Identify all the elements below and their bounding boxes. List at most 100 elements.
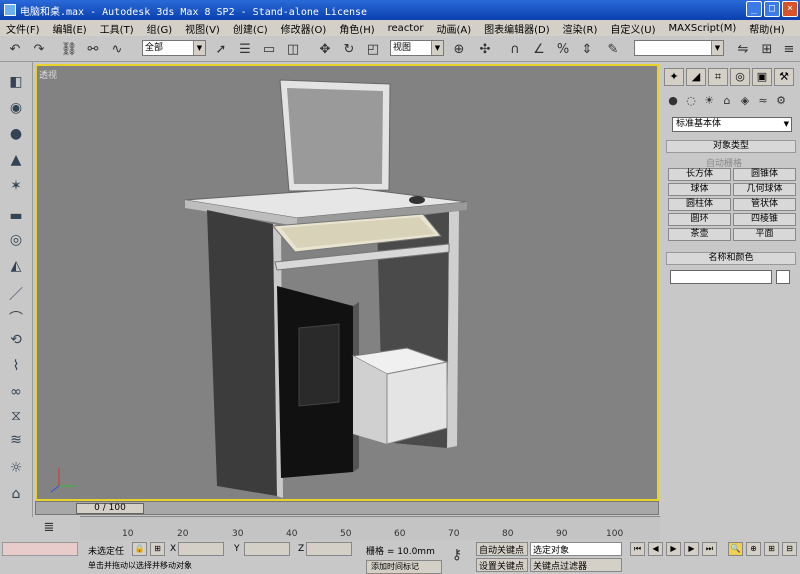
select-manipulate-icon[interactable]: ✣ xyxy=(476,40,494,58)
menu-customize[interactable]: 自定义(U) xyxy=(610,21,655,36)
menu-group[interactable]: 组(G) xyxy=(147,21,173,36)
helpers-icon[interactable]: ◈ xyxy=(738,94,752,108)
object-type-rollout[interactable]: 对象类型 xyxy=(666,140,796,153)
play-icon[interactable]: ▶ xyxy=(666,542,681,556)
box-tool-icon[interactable]: ◧ xyxy=(5,74,27,94)
menu-animation[interactable]: 动画(A) xyxy=(436,21,471,36)
key-mode-dropdown[interactable]: 选定对象 xyxy=(530,542,622,556)
percent-snap-icon[interactable]: % xyxy=(554,40,572,58)
torus-button[interactable]: 圆环 xyxy=(668,213,731,226)
select-object-icon[interactable]: ➚ xyxy=(212,40,230,58)
move-icon[interactable]: ✥ xyxy=(316,40,334,58)
display-tab-icon[interactable]: ▣ xyxy=(752,68,772,86)
bend-tool-icon[interactable]: ⌇ xyxy=(5,358,27,378)
mirror-icon[interactable]: ⇋ xyxy=(734,40,752,58)
menu-help[interactable]: 帮助(H) xyxy=(749,21,784,36)
menu-character[interactable]: 角色(H) xyxy=(339,21,374,36)
camera-tool-icon[interactable]: ⌂ xyxy=(5,486,27,506)
angle-snap-icon[interactable]: ∠ xyxy=(530,40,548,58)
systems-icon[interactable]: ⚙ xyxy=(774,94,788,108)
hierarchy-tab-icon[interactable]: ⌗ xyxy=(708,68,728,86)
zoom-all-icon[interactable]: ⊕ xyxy=(746,542,761,556)
modify-tab-icon[interactable]: ◢ xyxy=(686,68,706,86)
menu-rendering[interactable]: 渲染(R) xyxy=(563,21,598,36)
create-tab-icon[interactable]: ✦ xyxy=(664,68,684,86)
undo-icon[interactable]: ↶ xyxy=(6,40,24,58)
lock-selection-icon[interactable]: 🔒 xyxy=(132,542,147,556)
teapot-button[interactable]: 茶壶 xyxy=(668,228,731,241)
cylinder-tool-icon[interactable]: ◉ xyxy=(5,100,27,120)
scale-icon[interactable]: ◰ xyxy=(364,40,382,58)
light-tool-icon[interactable]: ☼ xyxy=(5,460,27,480)
pyramid-button[interactable]: 四棱锥 xyxy=(733,213,796,226)
object-name-field[interactable] xyxy=(670,270,772,284)
tube-tool-icon[interactable]: ◎ xyxy=(5,232,27,252)
pivot-center-icon[interactable]: ⊕ xyxy=(450,40,468,58)
track-bar[interactable]: 10 20 30 40 50 60 70 80 90 100 xyxy=(80,516,660,540)
geosphere-button[interactable]: 几何球体 xyxy=(733,183,796,196)
lights-icon[interactable]: ☀ xyxy=(702,94,716,108)
maxscript-listener-icon[interactable]: ≣ xyxy=(40,518,58,536)
time-slider[interactable]: 0 / 100 xyxy=(76,503,144,514)
x-coordinate-field[interactable] xyxy=(178,542,224,556)
menu-reactor[interactable]: reactor xyxy=(388,23,424,34)
align-icon[interactable]: ⊞ xyxy=(758,40,776,58)
object-color-swatch[interactable] xyxy=(776,270,790,284)
extrude-tool-icon[interactable]: ⌒ xyxy=(5,308,27,328)
taper-tool-icon[interactable]: ⧖ xyxy=(5,408,27,428)
menu-tools[interactable]: 工具(T) xyxy=(100,21,134,36)
key-icon[interactable]: ⚷ xyxy=(448,546,466,564)
select-by-name-icon[interactable]: ☰ xyxy=(236,40,254,58)
noise-tool-icon[interactable]: ≋ xyxy=(5,432,27,452)
plane-tool-icon[interactable]: ▬ xyxy=(5,208,27,228)
utilities-tab-icon[interactable]: ⚒ xyxy=(774,68,794,86)
maxscript-mini-listener[interactable] xyxy=(2,542,78,556)
bind-space-warp-icon[interactable]: ∿ xyxy=(108,40,126,58)
named-selection-dropdown[interactable]: ▼ xyxy=(634,40,724,56)
redo-icon[interactable]: ↷ xyxy=(30,40,48,58)
menu-graph-editors[interactable]: 图表编辑器(D) xyxy=(484,21,550,36)
menu-maxscript[interactable]: MAXScript(M) xyxy=(669,23,737,34)
close-button[interactable]: × xyxy=(782,1,798,17)
tube-button[interactable]: 管状体 xyxy=(733,198,796,211)
menu-create[interactable]: 创建(C) xyxy=(233,21,268,36)
menu-view[interactable]: 视图(V) xyxy=(185,21,220,36)
previous-frame-icon[interactable]: ◀ xyxy=(648,542,663,556)
reference-coord-dropdown[interactable]: 视图 ▼ xyxy=(390,40,444,56)
pyramid-tool-icon[interactable]: ◭ xyxy=(5,258,27,278)
name-color-rollout[interactable]: 名称和颜色 xyxy=(666,252,796,265)
star-tool-icon[interactable]: ✶ xyxy=(5,178,27,198)
z-coordinate-field[interactable] xyxy=(306,542,352,556)
sphere-button[interactable]: 球体 xyxy=(668,183,731,196)
geometry-icon[interactable]: ● xyxy=(666,94,680,108)
cone-button[interactable]: 圆锥体 xyxy=(733,168,796,181)
menu-modifiers[interactable]: 修改器(O) xyxy=(281,21,327,36)
absolute-mode-icon[interactable]: ⊞ xyxy=(150,542,165,556)
unlink-icon[interactable]: ⚯ xyxy=(84,40,102,58)
motion-tab-icon[interactable]: ◎ xyxy=(730,68,750,86)
snap-toggle-icon[interactable]: ∩ xyxy=(506,40,524,58)
menu-file[interactable]: 文件(F) xyxy=(6,21,40,36)
zoom-extents-icon[interactable]: ⊞ xyxy=(764,542,779,556)
edit-named-selection-icon[interactable]: ✎ xyxy=(604,40,622,58)
add-time-tag-button[interactable]: 添加时间标记 xyxy=(366,560,442,574)
rotate-icon[interactable]: ↻ xyxy=(340,40,358,58)
space-warps-icon[interactable]: ≈ xyxy=(756,94,770,108)
rectangle-selection-icon[interactable]: ▭ xyxy=(260,40,278,58)
y-coordinate-field[interactable] xyxy=(244,542,290,556)
sphere-tool-icon[interactable]: ● xyxy=(5,126,27,146)
zoom-icon[interactable]: 🔍 xyxy=(728,542,743,556)
go-to-start-icon[interactable]: ⏮ xyxy=(630,542,645,556)
perspective-viewport[interactable]: 透视 xyxy=(35,64,659,501)
geometry-category-dropdown[interactable]: 标准基本体 ▼ xyxy=(672,117,792,132)
cylinder-button[interactable]: 圆柱体 xyxy=(668,198,731,211)
box-button[interactable]: 长方体 xyxy=(668,168,731,181)
menu-edit[interactable]: 编辑(E) xyxy=(53,21,87,36)
twist-tool-icon[interactable]: ∞ xyxy=(5,384,27,404)
line-tool-icon[interactable]: ／ xyxy=(5,284,27,304)
minimize-button[interactable]: _ xyxy=(746,1,762,17)
zoom-extents-all-icon[interactable]: ⊟ xyxy=(782,542,797,556)
plane-button[interactable]: 平面 xyxy=(733,228,796,241)
next-frame-icon[interactable]: ▶ xyxy=(684,542,699,556)
link-icon[interactable]: ⛓ xyxy=(60,40,78,58)
